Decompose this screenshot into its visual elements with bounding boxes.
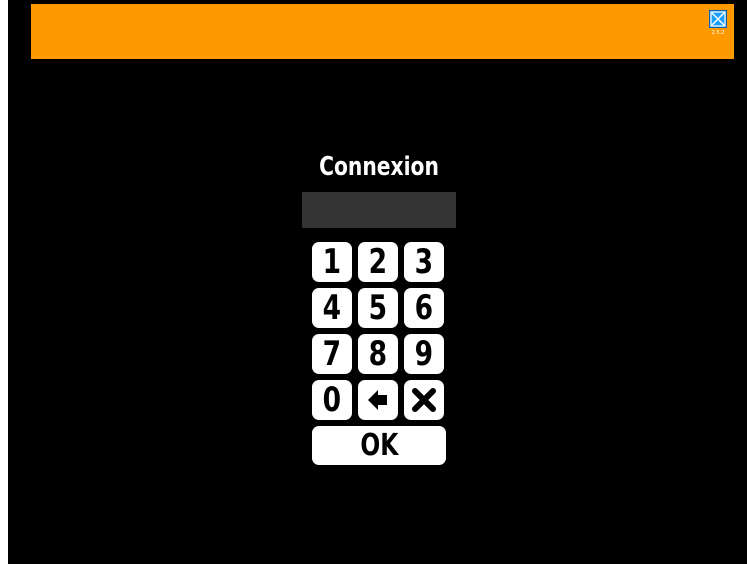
clear-button[interactable] bbox=[404, 380, 444, 420]
key-3-label: 3 bbox=[414, 242, 434, 282]
key-2-label: 2 bbox=[368, 242, 388, 282]
close-box-icon[interactable] bbox=[709, 10, 727, 28]
clear-x-icon bbox=[412, 388, 436, 412]
app-screen bbox=[8, 0, 747, 564]
pin-input[interactable] bbox=[302, 192, 456, 228]
key-9[interactable]: 9 bbox=[404, 334, 444, 374]
key-6-label: 6 bbox=[414, 288, 434, 328]
ok-button-label: OK bbox=[359, 428, 399, 463]
key-0[interactable]: 0 bbox=[312, 380, 352, 420]
key-3[interactable]: 3 bbox=[404, 242, 444, 282]
key-5[interactable]: 5 bbox=[358, 288, 398, 328]
key-1[interactable]: 1 bbox=[312, 242, 352, 282]
key-6[interactable]: 6 bbox=[404, 288, 444, 328]
key-2[interactable]: 2 bbox=[358, 242, 398, 282]
key-4[interactable]: 4 bbox=[312, 288, 352, 328]
key-4-label: 4 bbox=[322, 288, 342, 328]
login-title: Connexion bbox=[319, 152, 439, 182]
key-8-label: 8 bbox=[368, 334, 388, 374]
ok-button[interactable]: OK bbox=[312, 426, 446, 465]
arrow-left-icon bbox=[368, 390, 387, 410]
key-1-label: 1 bbox=[322, 242, 342, 282]
key-8[interactable]: 8 bbox=[358, 334, 398, 374]
key-0-label: 0 bbox=[322, 380, 342, 420]
key-5-label: 5 bbox=[368, 288, 388, 328]
key-7[interactable]: 7 bbox=[312, 334, 352, 374]
backspace-button[interactable] bbox=[358, 380, 398, 420]
key-9-label: 9 bbox=[414, 334, 434, 374]
key-7-label: 7 bbox=[322, 334, 342, 374]
version-label: 2.5.2 bbox=[711, 30, 725, 36]
top-bar bbox=[31, 4, 734, 59]
